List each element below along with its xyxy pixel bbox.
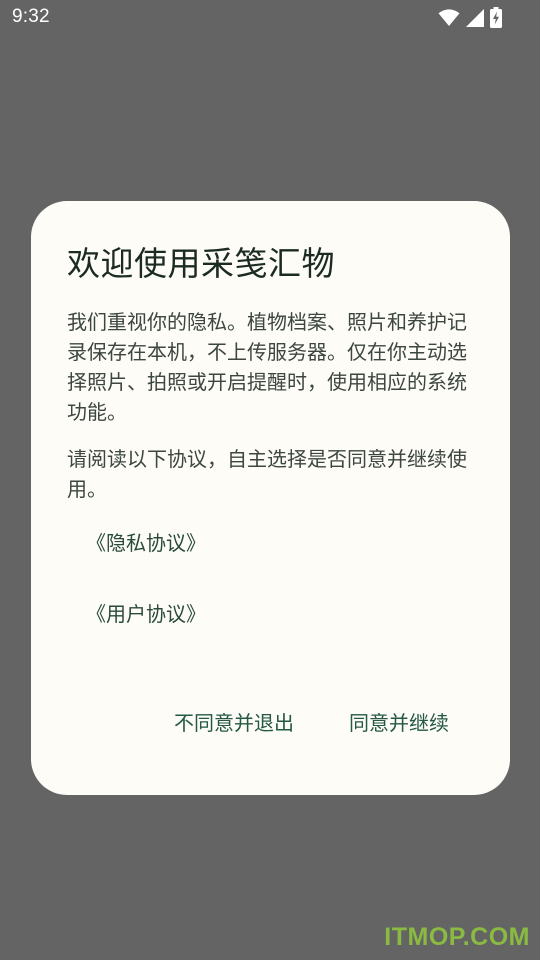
dialog-title: 欢迎使用采笺汇物 [67, 244, 335, 283]
cell-signal-icon [466, 8, 484, 27]
privacy-policy-link[interactable]: 《隐私协议》 [86, 527, 206, 556]
battery-charging-icon [490, 7, 502, 28]
privacy-statement: 我们重视你的隐私。植物档案、照片和养护记录保存在本机，不上传服务器。仅在你主动选… [67, 310, 467, 424]
dialog-body: 我们重视你的隐私。植物档案、照片和养护记录保存在本机，不上传服务器。仅在你主动选… [67, 307, 477, 504]
user-agreement-link[interactable]: 《用户协议》 [86, 598, 206, 627]
privacy-dialog: 欢迎使用采笺汇物 我们重视你的隐私。植物档案、照片和养护记录保存在本机，不上传服… [31, 201, 510, 795]
status-time: 9:32 [12, 6, 50, 27]
status-bar: 9:32 [0, 0, 540, 36]
agree-continue-button[interactable]: 同意并继续 [349, 707, 449, 736]
status-icons [438, 7, 502, 28]
wifi-icon [438, 8, 460, 27]
site-watermark: ITMOP.COM [384, 923, 530, 951]
agreement-prompt: 请阅读以下协议，自主选择是否同意并继续使用。 [67, 447, 467, 501]
decline-exit-button[interactable]: 不同意并退出 [174, 707, 294, 736]
